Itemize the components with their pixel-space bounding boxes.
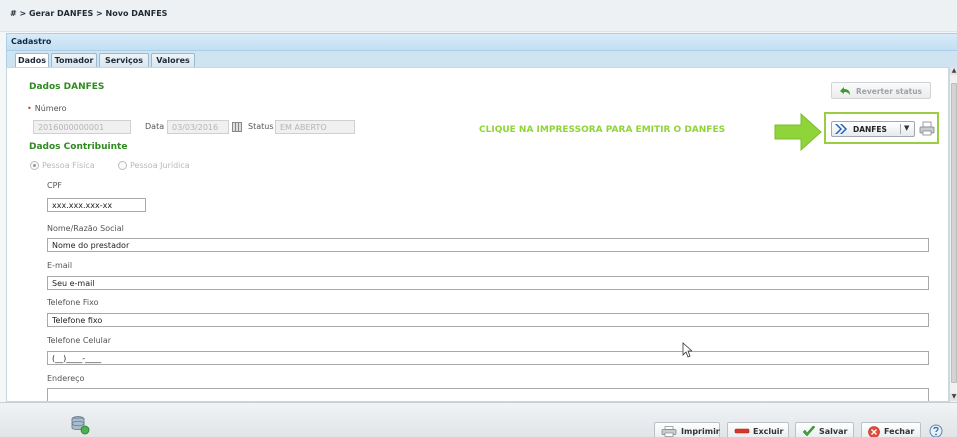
app-window: # > Gerar DANFES > Novo DANFES Cadastro …: [0, 0, 957, 437]
telefone-fixo-input[interactable]: Telefone fixo: [47, 313, 929, 327]
salvar-button[interactable]: Salvar: [795, 422, 854, 437]
minus-icon: [734, 428, 750, 434]
tab-servicos[interactable]: Serviços: [99, 53, 149, 67]
tab-bar: Dados Tomador Serviços Valores: [6, 51, 957, 68]
radio-pessoa-fisica[interactable]: [30, 161, 39, 170]
data-label: Data: [145, 122, 165, 131]
radio-pessoa-fisica-label: Pessoa Física: [42, 161, 95, 170]
cpf-input[interactable]: xxx.xxx.xxx-xx: [47, 198, 146, 212]
fechar-button[interactable]: Fechar: [861, 422, 921, 437]
mouse-cursor-icon: [682, 342, 692, 358]
cpf-label: CPF: [47, 181, 63, 190]
tab-valores[interactable]: Valores: [151, 53, 195, 67]
status-label: Status: [248, 122, 274, 131]
calendar-icon[interactable]: [232, 122, 242, 132]
salvar-label: Salvar: [819, 427, 848, 436]
panel-title: Cadastro: [6, 33, 957, 51]
vertical-scrollbar[interactable]: ▲ ▼: [949, 67, 957, 402]
tab-dados[interactable]: Dados: [15, 53, 49, 68]
telefone-celular-label: Telefone Celular: [47, 336, 112, 345]
data-field: 03/03/2016: [167, 120, 229, 134]
danfes-button[interactable]: DANFES ▼: [831, 121, 915, 137]
endereco-label: Endereço: [47, 374, 85, 383]
telefone-fixo-label: Telefone Fixo: [47, 298, 99, 307]
close-icon: [868, 426, 880, 437]
danfes-highlight-box: DANFES ▼: [824, 112, 939, 144]
section-title-dados-contribuinte: Dados Contribuinte: [29, 142, 128, 152]
email-label: E-mail: [47, 261, 73, 270]
database-icon: [71, 416, 90, 435]
radio-pessoa-juridica[interactable]: [118, 161, 127, 170]
form-content: Dados DANFES Reverter status • Número 201…: [6, 67, 949, 402]
printer-icon: [661, 426, 677, 437]
scroll-down-icon[interactable]: ▼: [950, 393, 957, 401]
status-field: EM ABERTO: [275, 120, 355, 134]
chevron-down-icon[interactable]: ▼: [904, 124, 909, 132]
reverter-status-button[interactable]: Reverter status: [831, 82, 931, 99]
help-icon[interactable]: [929, 424, 943, 437]
imprimir-button[interactable]: Imprimir: [654, 422, 720, 437]
double-chevron-right-icon: [835, 124, 847, 134]
excluir-button[interactable]: Excluir: [727, 422, 789, 437]
danfes-button-label: DANFES: [853, 125, 887, 134]
checkmark-icon: [802, 426, 816, 437]
required-marker: •: [27, 104, 32, 113]
nome-input[interactable]: Nome do prestador: [47, 238, 929, 252]
scrollbar-thumb[interactable]: [951, 83, 957, 383]
section-title-dados-danfes: Dados DANFES: [29, 82, 105, 92]
undo-arrow-icon: [840, 87, 850, 95]
green-arrow-icon: [774, 112, 822, 152]
danfes-button-divider: [900, 124, 901, 134]
reverter-status-label: Reverter status: [856, 87, 923, 96]
footer-toolbar: Imprimir Excluir Salvar Fechar: [0, 402, 957, 437]
endereco-input[interactable]: [47, 388, 929, 401]
breadcrumb: # > Gerar DANFES > Novo DANFES: [0, 0, 957, 32]
scroll-up-icon[interactable]: ▲: [950, 67, 957, 75]
numero-label: • Número: [27, 104, 67, 113]
excluir-label: Excluir: [753, 427, 784, 436]
imprimir-label: Imprimir: [681, 427, 720, 436]
radio-pessoa-juridica-label: Pessoa Jurídica: [130, 161, 190, 170]
tab-tomador[interactable]: Tomador: [51, 53, 97, 67]
print-hint-text: CLIQUE NA IMPRESSORA PARA EMITIR O DANFE…: [479, 125, 726, 135]
telefone-celular-input[interactable]: (__)____-____: [47, 351, 929, 365]
fechar-label: Fechar: [884, 427, 915, 436]
numero-field: 2016000000001: [33, 120, 131, 134]
printer-icon[interactable]: [919, 121, 935, 136]
email-input[interactable]: Seu e-mail: [47, 276, 929, 290]
nome-label: Nome/Razão Social: [47, 224, 124, 233]
